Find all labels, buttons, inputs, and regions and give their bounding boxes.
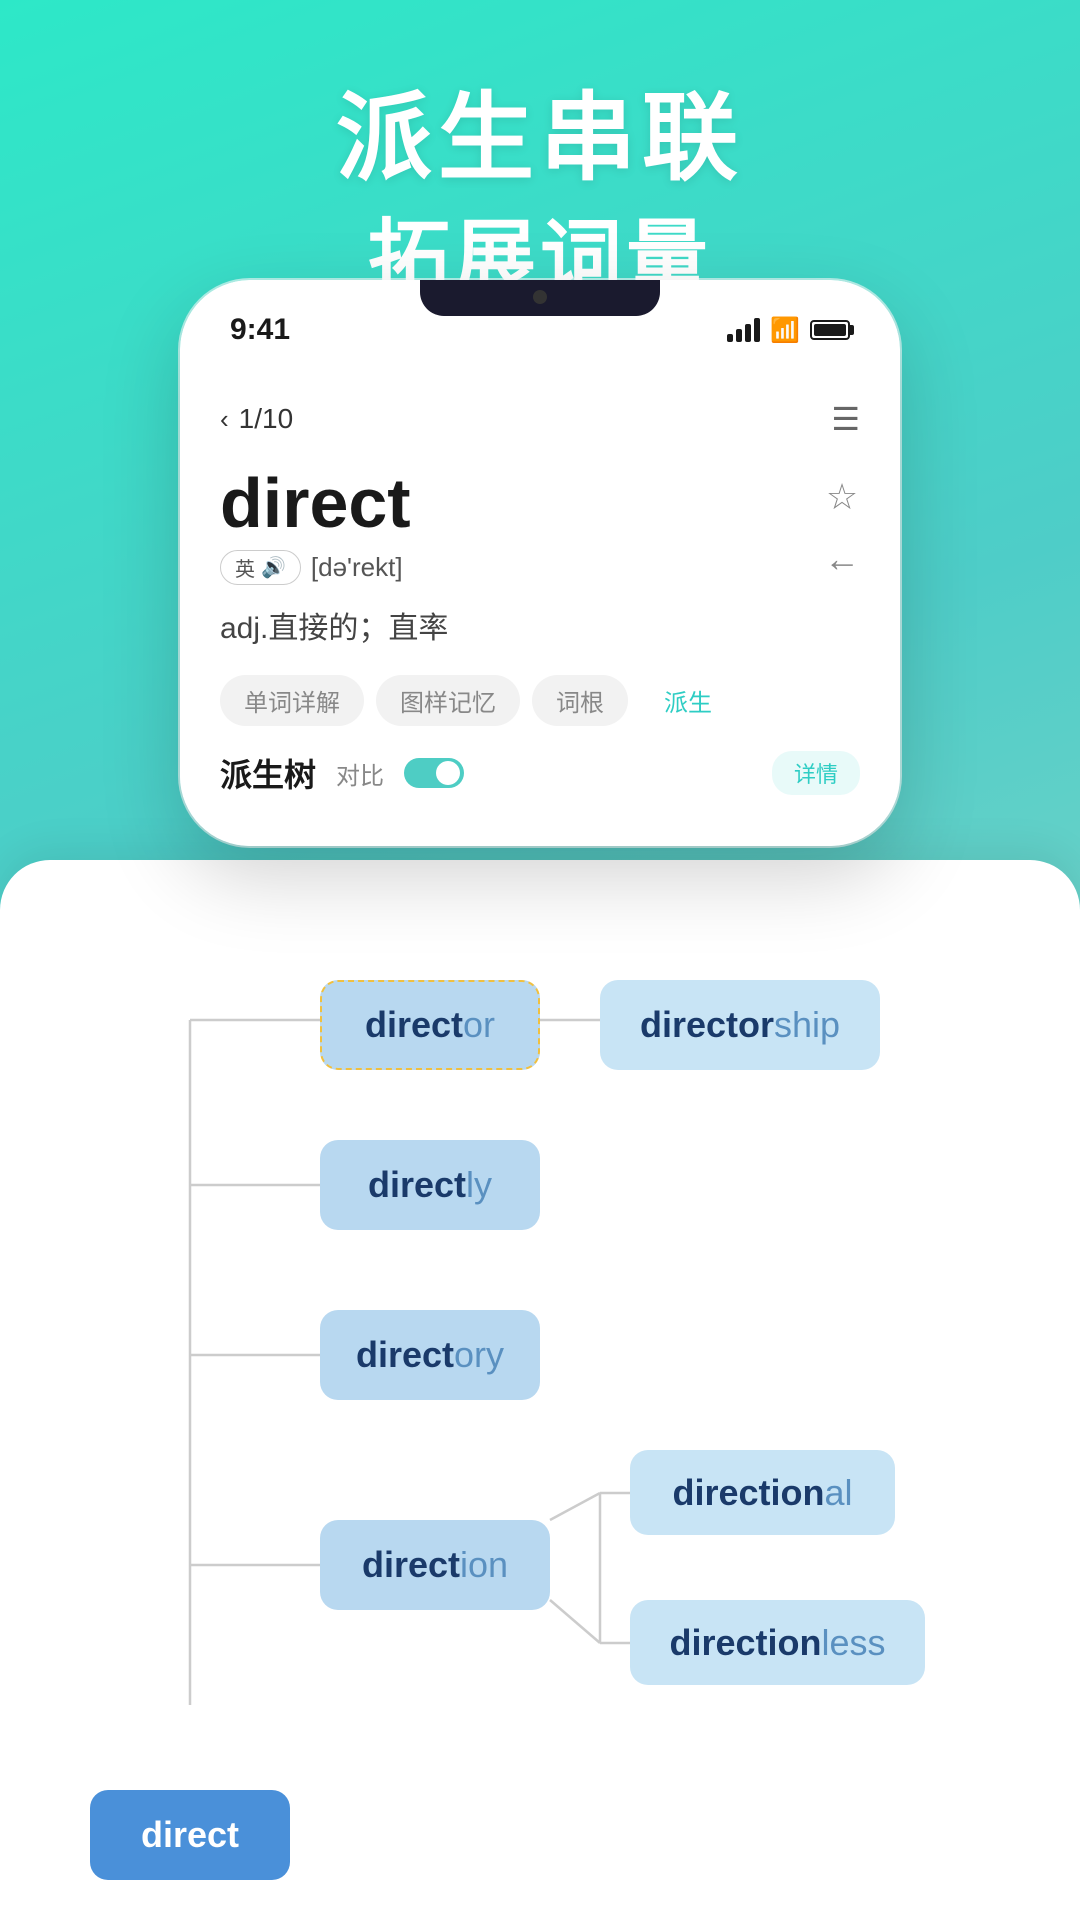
header-section: 派生串联 拓展词量 xyxy=(0,60,1080,310)
word-header: direct 英 🔊 [də'rekt] ☆ ← xyxy=(220,468,860,585)
node-directional[interactable]: directional xyxy=(630,1450,895,1535)
word-title: direct xyxy=(220,468,824,538)
tab-derivatives[interactable]: 派生 xyxy=(640,675,736,726)
compare-label: 对比 xyxy=(336,756,384,791)
node-direct-text: direct xyxy=(141,1814,239,1856)
node-directory[interactable]: directory xyxy=(320,1310,540,1400)
node-directorship[interactable]: directorship xyxy=(600,980,880,1070)
section-left: 派生树 对比 xyxy=(220,750,464,796)
word-pronunciation: 英 🔊 [də'rekt] xyxy=(220,550,824,585)
section-row: 派生树 对比 详情 xyxy=(220,750,860,796)
node-director-text: director xyxy=(365,1004,495,1046)
node-director[interactable]: director xyxy=(320,980,540,1070)
nav-left: ‹ 1/10 xyxy=(220,403,293,435)
word-main: direct 英 🔊 [də'rekt] xyxy=(220,468,824,585)
nav-bar: ‹ 1/10 ☰ xyxy=(220,380,860,448)
language-label: 英 xyxy=(235,553,255,582)
node-directional-text: directional xyxy=(672,1472,852,1514)
signal-icon xyxy=(727,318,760,342)
phone-frame-wrapper: 9:41 📶 ‹ 1/10 ☰ xyxy=(180,280,900,846)
word-definition: adj.直接的；直率 xyxy=(220,603,860,647)
tree-container: direct director directorship directly di… xyxy=(60,920,1020,1920)
battery-icon xyxy=(810,320,850,340)
back-chevron-icon[interactable]: ‹ xyxy=(220,404,229,435)
header-line1: 派生串联 xyxy=(0,60,1080,199)
node-directionless[interactable]: directionless xyxy=(630,1600,925,1685)
word-icons: ☆ ← xyxy=(824,468,860,580)
phone-content: ‹ 1/10 ☰ direct 英 🔊 [də'rekt] xyxy=(180,380,900,846)
bottom-card: direct director directorship directly di… xyxy=(0,860,1080,1920)
tab-root[interactable]: 词根 xyxy=(532,675,628,726)
status-icons: 📶 xyxy=(727,316,850,345)
detail-button[interactable]: 详情 xyxy=(772,751,860,795)
phone-frame: 9:41 📶 ‹ 1/10 ☰ xyxy=(180,280,900,846)
compare-toggle[interactable] xyxy=(404,758,464,788)
tree-lines-svg xyxy=(60,920,1020,1920)
tab-word-detail[interactable]: 单词详解 xyxy=(220,675,364,726)
node-direction-text: direction xyxy=(362,1544,508,1586)
star-icon[interactable]: ☆ xyxy=(826,476,858,518)
node-directorship-text: directorship xyxy=(640,1004,840,1046)
arrow-left-icon[interactable]: ← xyxy=(824,538,860,580)
phonetic-text: [də'rekt] xyxy=(311,552,403,583)
phone-notch xyxy=(420,280,660,316)
node-directory-text: directory xyxy=(356,1334,504,1376)
wifi-icon: 📶 xyxy=(770,316,800,345)
status-time: 9:41 xyxy=(230,313,290,347)
node-direction[interactable]: direction xyxy=(320,1520,550,1610)
section-title: 派生树 xyxy=(220,750,316,796)
tab-picture-memory[interactable]: 图样记忆 xyxy=(376,675,520,726)
node-directionless-text: directionless xyxy=(669,1622,885,1664)
node-directly-text: directly xyxy=(368,1164,492,1206)
page-indicator: 1/10 xyxy=(239,403,294,435)
tabs-row: 单词详解 图样记忆 词根 派生 xyxy=(220,675,860,726)
node-direct[interactable]: direct xyxy=(90,1790,290,1880)
sound-icon: 🔊 xyxy=(261,555,286,580)
camera xyxy=(533,290,547,304)
node-directly[interactable]: directly xyxy=(320,1140,540,1230)
status-bar: 9:41 📶 xyxy=(180,280,900,380)
filter-icon[interactable]: ☰ xyxy=(831,400,860,438)
language-badge[interactable]: 英 🔊 xyxy=(220,550,301,585)
